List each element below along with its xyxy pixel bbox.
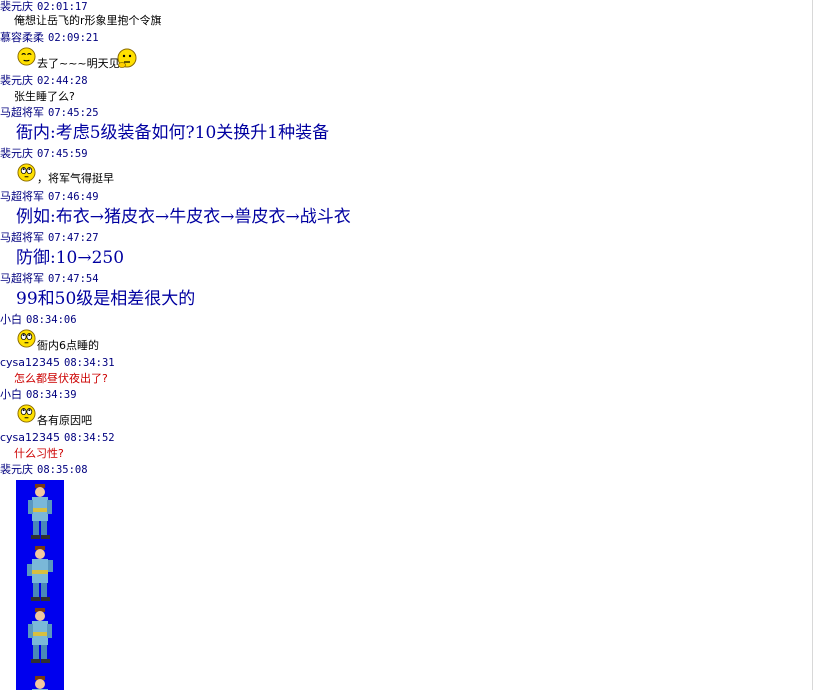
sender-name[interactable]: 马超将军 [0,231,44,244]
sender-name[interactable]: 马超将军 [0,106,44,119]
sender-name[interactable]: 裴元庆 [0,463,33,476]
message-text: 99和50级是相差很大的 [16,289,196,309]
timestamp: 08:34:52 [64,432,115,444]
warrior-sprite-icon [27,546,53,601]
message-text: 例如:布衣→猪皮衣→牛皮衣→兽皮衣→战斗衣 [16,207,351,227]
message-header: 马超将军 07:46:49 [0,190,99,204]
rolling-eyes-smiley-icon [17,329,36,348]
message-text: 防御:10→250 [16,248,125,268]
message-header: 马超将军 07:47:27 [0,231,99,245]
message-text: 去了~~~明天见 [37,57,120,70]
timestamp: 08:34:31 [64,357,115,369]
message-header: 裴元庆 07:45:59 [0,147,88,161]
scroll-edge[interactable] [812,0,820,690]
warrior-sprite-icon [28,608,52,663]
message-header: cysa12345 08:34:31 [0,356,115,370]
sender-name[interactable]: 小白 [0,388,22,401]
warrior-sprite-icon [32,676,48,690]
message-text: 张生睡了么? [14,90,75,103]
message-header: 慕容柔柔 02:09:21 [0,31,99,45]
message-text: 怎么都昼伏夜出了? [14,372,108,385]
chat-log[interactable]: 裴元庆 02:01:17 俺想让岳飞的r形象里抱个令旗 慕容柔柔 02:09:21 … [0,0,820,690]
sender-name[interactable]: 裴元庆 [0,147,33,160]
thinking-smiley-icon [117,48,137,68]
rolling-eyes-smiley-icon [17,404,36,423]
timestamp: 02:01:17 [37,1,88,13]
timestamp: 07:47:54 [48,273,99,285]
sender-name[interactable]: cysa12345 [0,431,60,444]
timestamp: 02:09:21 [48,32,99,44]
message-header: 马超将军 07:45:25 [0,106,99,120]
message-text: 俺想让岳飞的r形象里抱个令旗 [14,14,162,27]
sender-name[interactable]: 裴元庆 [0,0,33,13]
timestamp: 08:35:08 [37,464,88,476]
sender-name[interactable]: 马超将军 [0,272,44,285]
message-header: 马超将军 07:47:54 [0,272,99,286]
message-text: 各有原因吧 [37,414,92,427]
rolling-eyes-smiley-icon [17,163,36,182]
message-text: 衙内:考虑5级装备如何?10关换升1种装备 [16,123,330,143]
sender-name[interactable]: 小白 [0,313,22,326]
message-header: 小白 08:34:06 [0,313,77,327]
sender-name[interactable]: 马超将军 [0,190,44,203]
timestamp: 07:47:27 [48,232,99,244]
timestamp: 08:34:39 [26,389,77,401]
sleepy-smiley-icon [17,47,36,66]
warrior-sprite-icon [28,484,52,539]
timestamp: 08:34:06 [26,314,77,326]
sender-name[interactable]: 裴元庆 [0,74,33,87]
timestamp: 07:45:59 [37,148,88,160]
timestamp: 07:45:25 [48,107,99,119]
message-text: 衙内6点睡的 [37,339,99,352]
message-text: ，将军气得挺早 [37,172,114,185]
message-header: 裴元庆 02:44:28 [0,74,88,88]
sender-name[interactable]: 慕容柔柔 [0,31,44,44]
message-header: cysa12345 08:34:52 [0,431,115,445]
message-header: 小白 08:34:39 [0,388,77,402]
message-header: 裴元庆 08:35:08 [0,463,88,477]
timestamp: 07:46:49 [48,191,99,203]
message-text: 什么习性? [14,447,64,460]
sender-name[interactable]: cysa12345 [0,356,60,369]
warrior-sprite-strip [16,480,64,690]
timestamp: 02:44:28 [37,75,88,87]
message-header: 裴元庆 02:01:17 [0,0,88,14]
